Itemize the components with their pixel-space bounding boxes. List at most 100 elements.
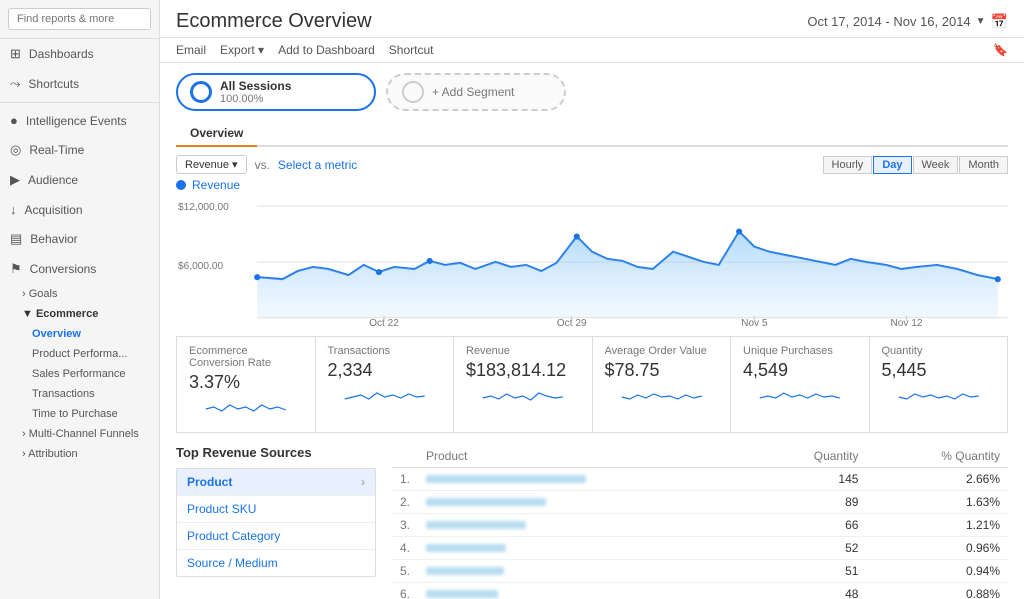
data-table-container: Product Quantity % Quantity 1. 145 2.66%	[392, 445, 1008, 599]
sidebar-item-acquisition[interactable]: ↓ Acquisition	[0, 195, 159, 224]
blurred-product-bar	[426, 544, 506, 552]
sidebar-item-audience[interactable]: ▶ Audience	[0, 165, 159, 195]
metric-quantity: Quantity 5,445	[870, 337, 1008, 432]
date-range-arrow[interactable]: ▼	[976, 16, 986, 27]
sidebar-sub-goals[interactable]: › Goals	[0, 284, 159, 304]
metric-conversion-rate: Ecommerce Conversion Rate 3.37%	[177, 337, 316, 432]
table-row: 6. 48 0.88%	[392, 582, 1008, 599]
page-header: Ecommerce Overview Oct 17, 2014 - Nov 16…	[160, 0, 1024, 38]
segment-circle	[190, 81, 212, 103]
sidebar-sub-ecommerce[interactable]: ▼ Ecommerce	[0, 304, 159, 324]
metrics-row: Ecommerce Conversion Rate 3.37% Transact…	[176, 336, 1008, 433]
bookmark-icon[interactable]: 🔖	[993, 43, 1008, 57]
add-to-dashboard-button[interactable]: Add to Dashboard	[278, 43, 375, 57]
tab-overview[interactable]: Overview	[176, 121, 257, 147]
date-range[interactable]: Oct 17, 2014 - Nov 16, 2014 ▼ 📅	[807, 13, 1008, 30]
segment-info: All Sessions 100.00%	[220, 79, 291, 105]
svg-text:$12,000.00: $12,000.00	[178, 202, 229, 213]
table-row: 1. 145 2.66%	[392, 467, 1008, 490]
behavior-icon: ▤	[10, 231, 22, 247]
sparkline-4	[743, 385, 857, 409]
sidebar-sub-product-performance[interactable]: Product Performa...	[0, 344, 159, 364]
col-product: Product	[418, 445, 751, 468]
realtime-icon: ◎	[10, 142, 21, 158]
time-period-buttons: Hourly Day Week Month	[823, 156, 1008, 174]
sidebar-sub-attribution[interactable]: › Attribution	[0, 444, 159, 464]
audience-icon: ▶	[10, 172, 20, 188]
sparkline-1	[328, 385, 442, 409]
sparkline-5	[882, 385, 996, 409]
svg-text:$6,000.00: $6,000.00	[178, 261, 223, 272]
dimension-selector: Top Revenue Sources Product › Product SK…	[176, 445, 376, 599]
search-input[interactable]	[8, 8, 151, 30]
all-sessions-segment[interactable]: All Sessions 100.00%	[176, 73, 376, 111]
hourly-button[interactable]: Hourly	[823, 156, 873, 174]
sparkline-2	[466, 385, 580, 409]
conversions-icon: ⚑	[10, 261, 22, 277]
sidebar-sub-multichannel[interactable]: › Multi-Channel Funnels	[0, 424, 159, 444]
dim-source-medium[interactable]: Source / Medium	[177, 550, 375, 576]
sidebar-item-intelligence[interactable]: ● Intelligence Events	[0, 106, 159, 135]
blurred-product-bar	[426, 521, 526, 529]
chart-legend: Revenue	[176, 178, 1008, 192]
metric-dropdown[interactable]: Revenue ▾	[176, 155, 247, 174]
grid-icon: ⊞	[10, 46, 21, 62]
sidebar: ⊞ Dashboards ⤳ Shortcuts ● Intelligence …	[0, 0, 160, 599]
metric-selector: Revenue ▾ vs. Select a metric	[176, 155, 357, 174]
metric-transactions: Transactions 2,334	[316, 337, 455, 432]
metric-avg-order: Average Order Value $78.75	[593, 337, 732, 432]
table-row: 2. 89 1.63%	[392, 490, 1008, 513]
sidebar-search-container	[0, 0, 159, 39]
segment-bar: All Sessions 100.00% + Add Segment	[176, 73, 1008, 111]
acquisition-icon: ↓	[10, 202, 17, 217]
content-area: All Sessions 100.00% + Add Segment Overv…	[160, 63, 1024, 599]
sidebar-sub-transactions[interactable]: Transactions	[0, 384, 159, 404]
metric-revenue: Revenue $183,814.12	[454, 337, 593, 432]
tabs: Overview	[176, 121, 1008, 147]
dim-product-sku[interactable]: Product SKU	[177, 496, 375, 523]
sidebar-item-behavior[interactable]: ▤ Behavior	[0, 224, 159, 254]
toolbar: Email Export ▾ Add to Dashboard Shortcut…	[160, 38, 1024, 63]
day-button[interactable]: Day	[873, 156, 911, 174]
add-segment-circle	[402, 81, 424, 103]
blurred-product-bar	[426, 475, 586, 483]
dim-product[interactable]: Product ›	[177, 469, 375, 496]
sidebar-sub-sales-performance[interactable]: Sales Performance	[0, 364, 159, 384]
blurred-product-bar	[426, 498, 546, 506]
sidebar-item-conversions[interactable]: ⚑ Conversions	[0, 254, 159, 284]
col-quantity: Quantity	[751, 445, 866, 468]
sidebar-sub-time-to-purchase[interactable]: Time to Purchase	[0, 404, 159, 424]
col-num	[392, 445, 418, 468]
select-metric-link[interactable]: Select a metric	[278, 158, 357, 172]
email-button[interactable]: Email	[176, 43, 206, 57]
add-segment-button[interactable]: + Add Segment	[386, 73, 566, 111]
sidebar-sub-overview[interactable]: Overview	[0, 324, 159, 344]
table-row: 4. 52 0.96%	[392, 536, 1008, 559]
export-button[interactable]: Export ▾	[220, 43, 264, 57]
table-section: Top Revenue Sources Product › Product SK…	[176, 445, 1008, 599]
calendar-icon: 📅	[991, 13, 1008, 30]
table-row: 3. 66 1.21%	[392, 513, 1008, 536]
dim-arrow: ›	[361, 475, 365, 489]
table-row: 5. 51 0.94%	[392, 559, 1008, 582]
month-button[interactable]: Month	[959, 156, 1008, 174]
sparkline-3	[605, 385, 719, 409]
blurred-product-bar	[426, 590, 498, 598]
revenue-table: Product Quantity % Quantity 1. 145 2.66%	[392, 445, 1008, 599]
dim-product-category[interactable]: Product Category	[177, 523, 375, 550]
week-button[interactable]: Week	[913, 156, 959, 174]
legend-dot	[176, 180, 186, 190]
dimension-list: Product › Product SKU Product Category S…	[176, 468, 376, 577]
sidebar-item-realtime[interactable]: ◎ Real-Time	[0, 135, 159, 165]
sparkline-0	[189, 397, 303, 421]
metric-unique-purchases: Unique Purchases 4,549	[731, 337, 870, 432]
chart-area: Revenue $12,000.00 $6,000.00	[176, 178, 1008, 328]
shortcuts-icon: ⤳	[10, 76, 20, 92]
intelligence-icon: ●	[10, 113, 18, 128]
shortcut-button[interactable]: Shortcut	[389, 43, 434, 57]
sidebar-item-dashboards[interactable]: ⊞ Dashboards	[0, 39, 159, 69]
chart-controls: Revenue ▾ vs. Select a metric Hourly Day…	[176, 155, 1008, 174]
sidebar-item-shortcuts[interactable]: ⤳ Shortcuts	[0, 69, 159, 99]
page-title: Ecommerce Overview	[176, 10, 372, 33]
blurred-product-bar	[426, 567, 504, 575]
